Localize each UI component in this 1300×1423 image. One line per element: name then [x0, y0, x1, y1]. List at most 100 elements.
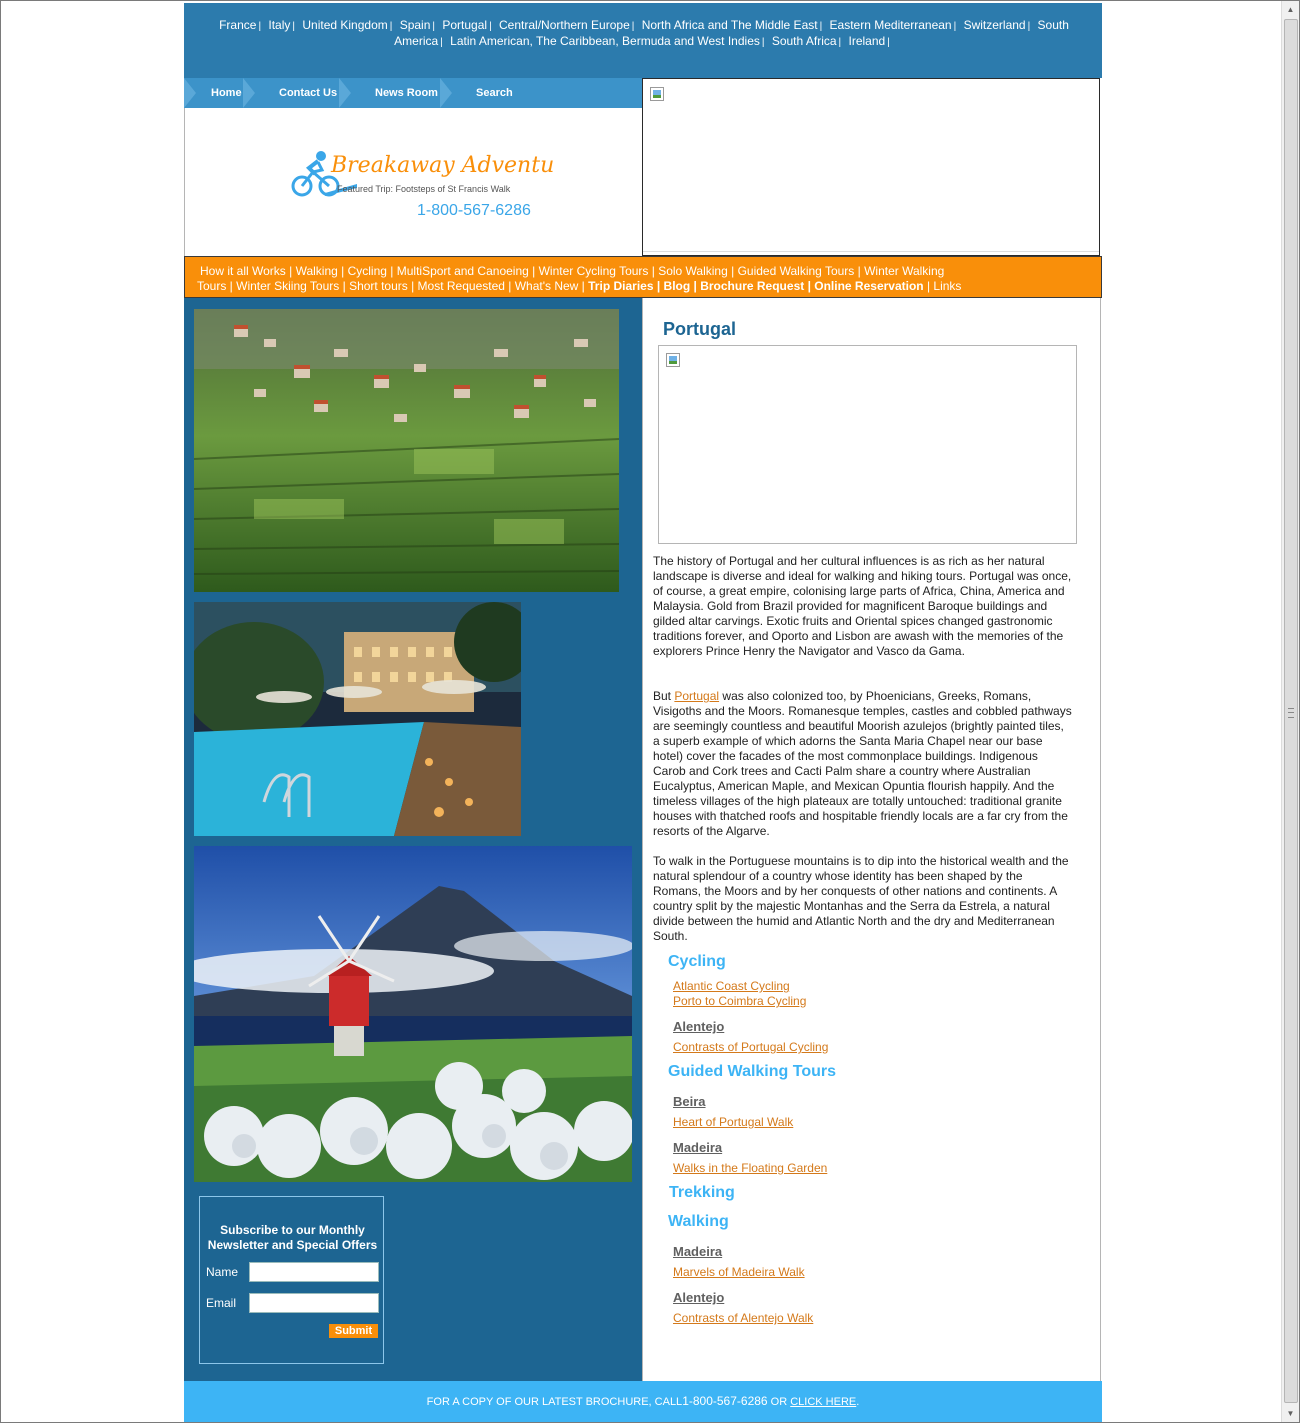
submit-button[interactable]: Submit: [329, 1324, 378, 1338]
brand-logo[interactable]: Breakaway Adventures Featured Trip: Foot…: [285, 144, 555, 224]
broken-image-icon: [666, 353, 680, 367]
name-input[interactable]: [249, 1262, 379, 1282]
region-madeira-guided[interactable]: Madeira: [673, 1140, 722, 1155]
separator: |: [631, 21, 635, 32]
history-paragraph: But Portugal was also colonized too, by …: [653, 689, 1073, 839]
tour-link-porto-coimbra-cycling[interactable]: Porto to Coimbra Cycling: [673, 994, 806, 1008]
separator: |: [432, 21, 436, 32]
nav-contact-label[interactable]: Contact Us: [279, 87, 337, 99]
page-title: Portugal: [663, 319, 737, 339]
guided-walking-heading: Guided Walking Tours: [668, 1063, 836, 1080]
country-link-france[interactable]: France: [219, 18, 256, 32]
content-column: Portugal The history of Portugal and her…: [642, 298, 1101, 1381]
footer-click-here-link[interactable]: CLICK HERE: [790, 1396, 856, 1408]
nav-home-label[interactable]: Home: [211, 87, 242, 99]
trekking-heading: Trekking: [669, 1184, 735, 1201]
separator: |: [1027, 21, 1031, 32]
country-link-south-africa[interactable]: South Africa: [772, 34, 837, 48]
newsletter-title: Subscribe to our Monthly Newsletter and …: [207, 1223, 378, 1252]
country-link-spain[interactable]: Spain: [400, 18, 431, 32]
broken-image-icon: [650, 87, 664, 101]
history-paragraph-body: was also colonized too, by Phoenicians, …: [653, 689, 1072, 838]
separator: |: [292, 21, 296, 32]
tour-menu-line-2[interactable]: Tours | Winter Skiing Tours | Short tour…: [197, 279, 977, 294]
tour-menu-line-2-bold[interactable]: Trip Diaries | Blog | Brochure Request |…: [588, 279, 923, 293]
region-alentejo-walking[interactable]: Alentejo: [673, 1290, 724, 1305]
country-link-eastern-med[interactable]: Eastern Mediterranean: [830, 18, 952, 32]
footer-text: FOR A COPY OF OUR LATEST BROCHURE, CALL: [426, 1396, 683, 1408]
nav-search-label[interactable]: Search: [476, 87, 513, 99]
chevron-icon: [339, 78, 351, 108]
featured-trip[interactable]: Featured Trip: Footsteps of St Francis W…: [337, 184, 511, 194]
nav-search[interactable]: Search: [476, 78, 513, 108]
country-link-central-northern-europe[interactable]: Central/Northern Europe: [499, 18, 630, 32]
tour-link-marvels-of-madeira[interactable]: Marvels of Madeira Walk: [673, 1265, 805, 1279]
tour-link-contrasts-alentejo-walk[interactable]: Contrasts of Alentejo Walk: [673, 1311, 813, 1325]
scrollbar-thumb[interactable]: [1284, 19, 1298, 1403]
email-label: Email: [206, 1296, 237, 1310]
tour-menu-line-2-text[interactable]: Tours | Winter Skiing Tours | Short tour…: [197, 279, 585, 293]
mountains-paragraph: To walk in the Portuguese mountains is t…: [653, 854, 1069, 943]
separator: |: [887, 37, 890, 48]
logo-phone: 1-800-567-6286: [417, 202, 531, 219]
country-link-uk[interactable]: United Kingdom: [302, 18, 387, 32]
country-link-switzerland[interactable]: Switzerland: [964, 18, 1026, 32]
region-beira[interactable]: Beira: [673, 1094, 706, 1109]
tour-menu-line-1[interactable]: How it all Works | Walking | Cycling | M…: [197, 264, 977, 279]
tour-link-contrasts-portugal-cycling[interactable]: Contrasts of Portugal Cycling: [673, 1040, 828, 1054]
vertical-scrollbar[interactable]: ▲ ▼: [1281, 1, 1299, 1422]
country-link-latin-america[interactable]: Latin American, The Caribbean, Bermuda a…: [450, 34, 760, 48]
tour-menu-links-link[interactable]: | Links: [927, 279, 961, 293]
tour-link-floating-garden[interactable]: Walks in the Floating Garden: [673, 1161, 827, 1175]
main-nav: Home Contact Us News Room Search: [184, 78, 642, 108]
chevron-down-icon[interactable]: ▼: [1282, 1405, 1299, 1422]
grip-icon: [1288, 708, 1294, 718]
tour-link-heart-of-portugal[interactable]: Heart of Portugal Walk: [673, 1115, 793, 1129]
tour-link-atlantic-coast-cycling[interactable]: Atlantic Coast Cycling: [673, 979, 790, 993]
newsletter-form: Subscribe to our Monthly Newsletter and …: [199, 1196, 384, 1364]
nav-news-label[interactable]: News Room: [375, 87, 438, 99]
portugal-link[interactable]: Portugal: [674, 689, 719, 703]
separator: |: [389, 21, 393, 32]
country-link-ireland[interactable]: Ireland: [849, 34, 886, 48]
chevron-icon: [243, 78, 255, 108]
email-input[interactable]: [249, 1293, 379, 1313]
country-link-portugal[interactable]: Portugal: [442, 18, 487, 32]
photo-hotel-pool: [194, 602, 521, 836]
photo-windmill-mountain: [194, 846, 632, 1182]
separator: |: [258, 21, 262, 32]
name-label: Name: [206, 1265, 239, 1279]
separator: |: [819, 21, 823, 32]
logo-area: Breakaway Adventures Featured Trip: Foot…: [184, 108, 643, 256]
nav-news[interactable]: News Room: [375, 78, 438, 108]
separator: |: [838, 37, 842, 48]
footer-or: OR: [770, 1396, 788, 1408]
country-links: France | Italy | United Kingdom | Spain | Po…: [204, 18, 1084, 50]
history-paragraph-lead: But: [653, 689, 672, 703]
separator: |: [489, 21, 492, 32]
page: France | Italy | United Kingdom | Spain | Po…: [184, 3, 1102, 1422]
walking-heading: Walking: [668, 1213, 729, 1230]
footer-phone: 1-800-567-6286: [682, 1394, 768, 1408]
embedded-media[interactable]: [658, 345, 1077, 544]
chevron-icon: [440, 78, 452, 108]
nav-contact[interactable]: Contact Us: [279, 78, 337, 108]
nav-home[interactable]: Home: [211, 78, 242, 108]
tour-menu-line-1-text[interactable]: How it all Works | Walking | Cycling | M…: [200, 264, 944, 278]
chevron-up-icon[interactable]: ▲: [1282, 1, 1299, 18]
country-link-italy[interactable]: Italy: [268, 18, 290, 32]
cycling-heading: Cycling: [668, 953, 726, 970]
region-alentejo-cycling[interactable]: Alentejo: [673, 1019, 724, 1034]
chevron-icon: [184, 78, 196, 108]
browser-viewport: France | Italy | United Kingdom | Spain | Po…: [0, 0, 1300, 1423]
intro-paragraph: The history of Portugal and her cultural…: [653, 554, 1072, 658]
photo-column: Subscribe to our Monthly Newsletter and …: [184, 298, 642, 1381]
separator: |: [761, 37, 765, 48]
tour-menu-links: How it all Works | Walking | Cycling | M…: [197, 264, 977, 294]
separator: |: [953, 21, 957, 32]
country-link-north-africa[interactable]: North Africa and The Middle East: [642, 18, 818, 32]
footer-period: .: [856, 1396, 860, 1408]
region-madeira-walking[interactable]: Madeira: [673, 1244, 722, 1259]
separator: |: [440, 37, 443, 48]
tour-menu: How it all Works | Walking | Cycling | M…: [184, 256, 1102, 298]
